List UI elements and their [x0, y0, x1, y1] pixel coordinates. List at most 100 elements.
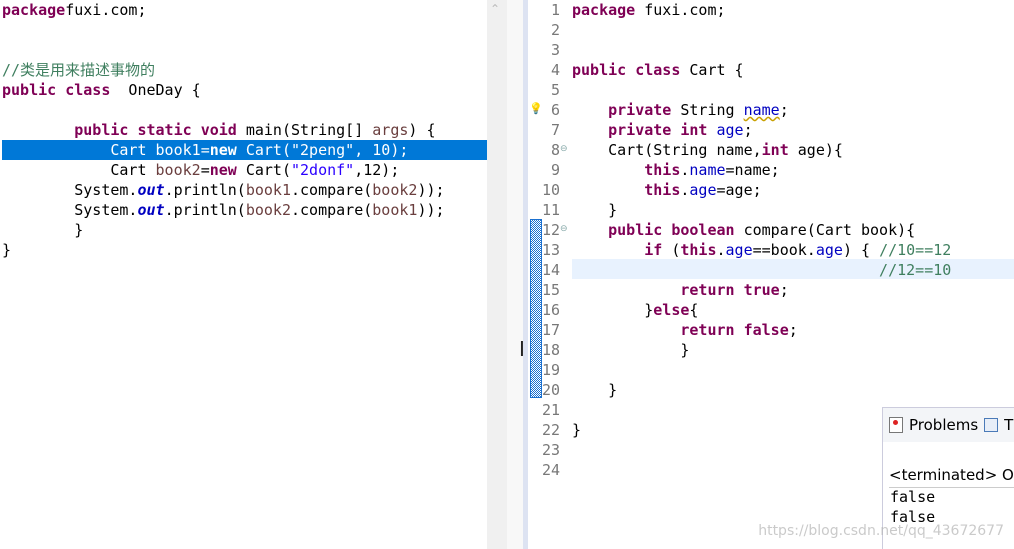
- keyword: package: [572, 1, 636, 19]
- code-text: Cart(: [236, 141, 291, 159]
- chevron-up-icon[interactable]: ⌃: [490, 2, 500, 16]
- code-text: fuxi.com;: [635, 1, 726, 19]
- line-number: 15: [541, 281, 560, 299]
- problems-icon: [889, 417, 903, 433]
- line-number: 23: [541, 441, 560, 459]
- keyword: this: [644, 181, 681, 199]
- code-text: System.: [2, 201, 138, 219]
- right-code-line[interactable]: [572, 360, 1014, 380]
- line-number: 21: [541, 401, 560, 419]
- right-code-line[interactable]: }: [572, 340, 1014, 360]
- right-code-line[interactable]: [572, 80, 1014, 100]
- left-code-line[interactable]: }: [2, 240, 487, 260]
- left-code-line[interactable]: }: [2, 220, 487, 240]
- console-status: <terminated> On: [889, 466, 1014, 484]
- left-code-line[interactable]: //类是用来描述事物的: [2, 60, 487, 80]
- left-code-line[interactable]: [2, 40, 487, 60]
- right-code-line[interactable]: //12==10: [572, 260, 1014, 280]
- right-code-line[interactable]: Cart(String name,int age){: [572, 140, 1014, 160]
- line-number: 4: [550, 61, 560, 79]
- code-text: ;: [788, 321, 798, 339]
- local-variable: book1: [372, 201, 418, 219]
- left-code-line[interactable]: Cart book1=new Cart("2peng", 10);: [2, 140, 487, 160]
- code-text: .compare(: [291, 181, 373, 199]
- code-text: ;: [743, 121, 753, 139]
- left-code-line[interactable]: public class OneDay {: [2, 80, 487, 100]
- right-code-line[interactable]: return true;: [572, 280, 1014, 300]
- tab-next[interactable]: T: [1004, 416, 1013, 434]
- right-code-line[interactable]: }: [572, 380, 1014, 400]
- code-text: }: [572, 201, 618, 219]
- code-text: =age;: [716, 181, 762, 199]
- right-code-line[interactable]: [572, 40, 1014, 60]
- keyword: static: [137, 121, 192, 139]
- code-text: }: [572, 381, 618, 399]
- right-code-line[interactable]: }else{: [572, 300, 1014, 320]
- keyword: else: [653, 301, 690, 319]
- code-text: age){: [788, 141, 843, 159]
- left-code-line[interactable]: System.out.println(book1.compare(book2))…: [2, 180, 487, 200]
- left-editor-scrollbar[interactable]: ⌃: [487, 0, 507, 549]
- left-code-line[interactable]: Cart book2=new Cart("2donf",12);: [2, 160, 487, 180]
- line-number: 6: [550, 101, 560, 119]
- overview-ruler: [507, 0, 523, 549]
- right-code-line[interactable]: [572, 20, 1014, 40]
- console-output-line: false: [890, 488, 936, 506]
- right-code-line[interactable]: if (this.age==book.age) { //10==12: [572, 240, 1014, 260]
- right-code-line[interactable]: return false;: [572, 320, 1014, 340]
- keyword: false: [743, 321, 789, 339]
- right-code-line[interactable]: package fuxi.com;: [572, 0, 1014, 20]
- left-code-line[interactable]: System.out.println(book2.compare(book1))…: [2, 200, 487, 220]
- code-text: Cart(: [236, 161, 291, 179]
- code-text: =: [200, 141, 210, 159]
- left-code-line[interactable]: public static void main(String[] args) {: [2, 120, 487, 140]
- code-text: }: [2, 221, 84, 239]
- code-text: fuxi.com;: [65, 1, 147, 19]
- keyword: true: [743, 281, 780, 299]
- code-text: Cart: [2, 141, 156, 159]
- right-code-line[interactable]: public boolean compare(Cart book){: [572, 220, 1014, 240]
- fold-minus-icon[interactable]: ⊖: [560, 144, 568, 154]
- fold-minus-icon[interactable]: ⊖: [560, 224, 568, 234]
- static-field: out: [137, 201, 165, 219]
- left-editor[interactable]: packagefuxi.com; //类是用来描述事物的 public class …: [0, 0, 487, 549]
- field: age: [815, 241, 843, 259]
- right-code-line[interactable]: this.age=age;: [572, 180, 1014, 200]
- string-literal: "2donf": [291, 161, 355, 179]
- field: age: [725, 241, 753, 259]
- keyword: this: [680, 241, 717, 259]
- code-text: .println(: [164, 181, 246, 199]
- right-code-line[interactable]: public class Cart {: [572, 60, 1014, 80]
- code-text: ==book.: [752, 241, 816, 259]
- left-code-line[interactable]: [2, 100, 487, 120]
- keyword: return: [680, 281, 735, 299]
- code-text: }: [2, 241, 12, 259]
- left-code-line[interactable]: packagefuxi.com;: [2, 0, 487, 20]
- left-code-line[interactable]: [2, 20, 487, 40]
- right-code-line[interactable]: }: [572, 200, 1014, 220]
- code-text: main(String[]: [236, 121, 373, 139]
- local-variable: args: [372, 121, 409, 139]
- comment: //类是用来描述事物的: [2, 61, 156, 79]
- code-text: .: [680, 181, 690, 199]
- right-code-line[interactable]: private int age;: [572, 120, 1014, 140]
- code-text: }: [572, 341, 690, 359]
- tab-problems[interactable]: Problems: [909, 416, 978, 434]
- comment: //12==10: [879, 261, 952, 279]
- field: name: [743, 101, 780, 119]
- comment: //10==12: [879, 241, 952, 259]
- watermark: https://blog.csdn.net/qq_43672677: [758, 523, 1004, 539]
- code-text: ) {: [842, 241, 880, 259]
- right-code-line[interactable]: private String name;: [572, 100, 1014, 120]
- keyword: package: [2, 1, 66, 19]
- keyword: int: [680, 121, 708, 139]
- keyword: new: [209, 141, 237, 159]
- line-number: 18: [541, 341, 560, 359]
- right-code-line[interactable]: this.name=name;: [572, 160, 1014, 180]
- local-variable: book2: [245, 201, 291, 219]
